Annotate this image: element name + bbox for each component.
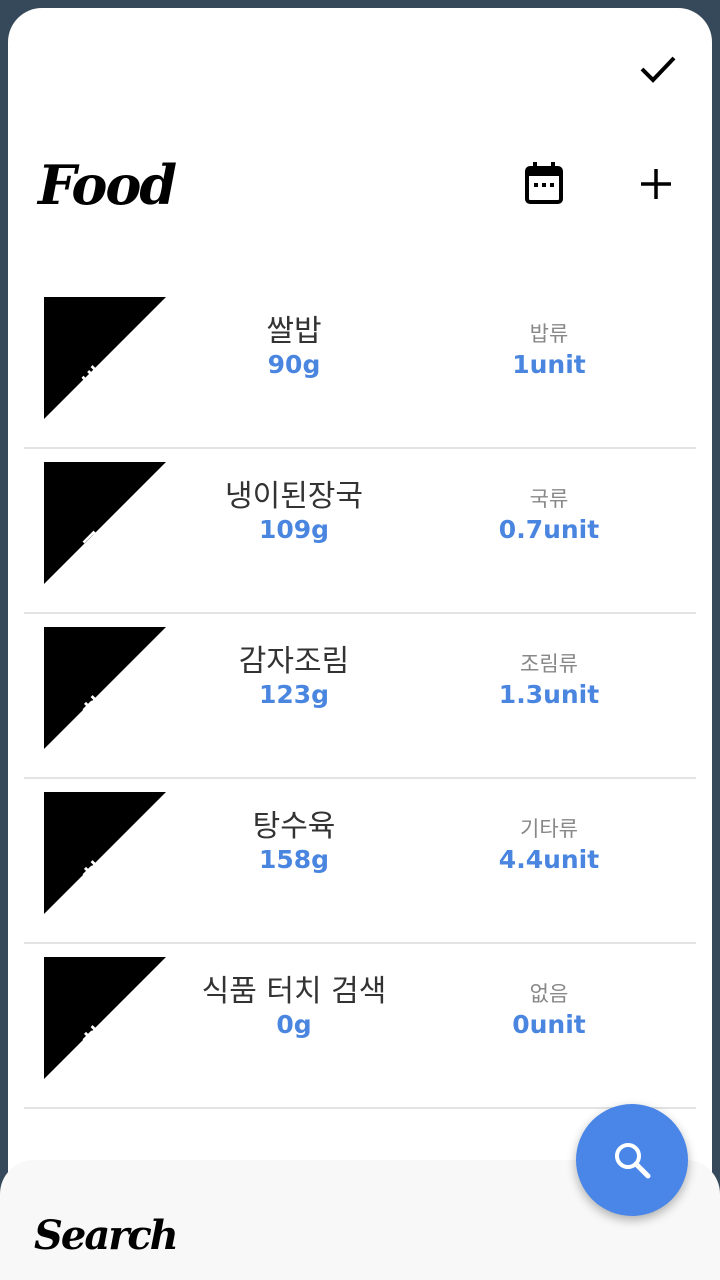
food-row[interactable]: 찬 감자조림 123g 조림류 1.3unit <box>24 614 696 779</box>
category-tag: 밥 <box>44 297 166 419</box>
food-weight: 0g <box>276 1010 312 1039</box>
food-category: 없음 <box>529 982 569 1006</box>
food-name: 감자조림 <box>238 644 350 679</box>
calendar-button[interactable] <box>518 158 570 210</box>
food-weight: 109g <box>258 515 330 544</box>
calendar-icon <box>525 162 563 204</box>
food-units: 0unit <box>512 1010 586 1039</box>
food-row[interactable]: 밥 쌀밥 90g 밥류 1unit <box>24 284 696 449</box>
food-list: 밥 쌀밥 90g 밥류 1unit 국 냉이된장국 109g 국류 0.7uni… <box>24 284 696 1109</box>
category-tag: 찬 <box>44 792 166 914</box>
food-card: Food 밥 쌀밥 90g 밥류 1unit 국 냉이된장국 109g 국류 0… <box>8 8 712 1280</box>
food-name: 식품 터치 검색 <box>201 974 387 1009</box>
food-name: 쌀밥 <box>266 314 322 349</box>
food-weight: 90g <box>267 350 321 379</box>
food-category: 국류 <box>529 487 569 511</box>
food-category: 기타류 <box>520 817 578 841</box>
food-category: 조림류 <box>520 652 578 676</box>
confirm-button[interactable] <box>630 40 686 96</box>
category-tag: 찬 <box>44 627 166 749</box>
food-row[interactable]: 찬 식품 터치 검색 0g 없음 0unit <box>24 944 696 1109</box>
food-name: 탕수육 <box>252 809 336 844</box>
bottom-sheet-title: Search <box>34 1212 179 1259</box>
food-units: 1unit <box>512 350 586 379</box>
food-units: 0.7unit <box>498 515 600 544</box>
food-units: 1.3unit <box>498 680 600 709</box>
food-units: 4.4unit <box>498 845 600 874</box>
page-title: Food <box>38 153 177 217</box>
search-fab-button[interactable] <box>576 1104 688 1216</box>
category-tag: 국 <box>44 462 166 584</box>
check-icon <box>640 56 676 83</box>
food-row[interactable]: 찬 탕수육 158g 기타류 4.4unit <box>24 779 696 944</box>
plus-icon <box>641 169 671 199</box>
category-tag: 찬 <box>44 957 166 1079</box>
food-weight: 158g <box>258 845 330 874</box>
food-category: 밥류 <box>529 322 569 346</box>
add-food-button[interactable] <box>630 158 682 210</box>
food-name: 냉이된장국 <box>225 479 363 514</box>
search-icon <box>615 1143 651 1179</box>
food-row[interactable]: 국 냉이된장국 109g 국류 0.7unit <box>24 449 696 614</box>
food-weight: 123g <box>258 680 330 709</box>
